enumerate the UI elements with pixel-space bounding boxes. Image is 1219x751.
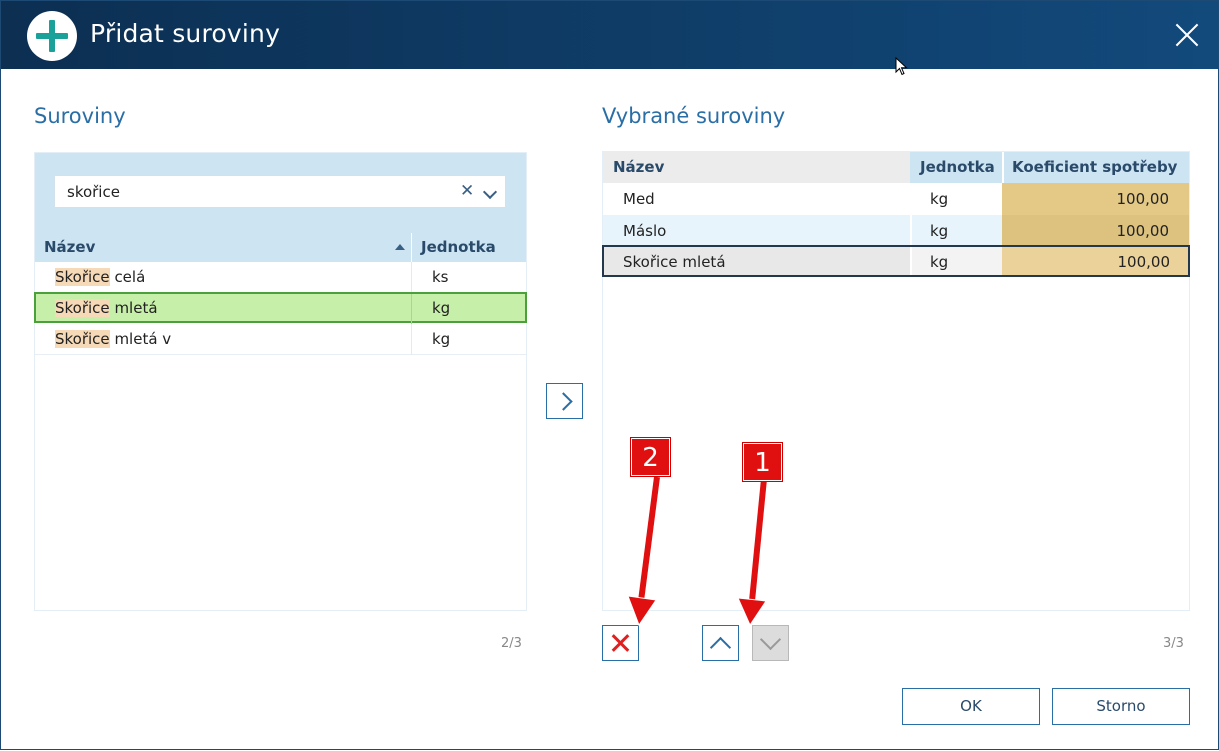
dialog-window: Přidat suroviny Suroviny ✕ Název Jednotk… bbox=[0, 0, 1219, 750]
annotation-badge-2: 2 bbox=[631, 438, 670, 476]
annotation-arrows bbox=[627, 476, 767, 627]
annotation-badge-1: 1 bbox=[743, 443, 782, 481]
cancel-button[interactable]: Storno bbox=[1052, 688, 1190, 725]
ok-button[interactable]: OK bbox=[902, 688, 1040, 725]
